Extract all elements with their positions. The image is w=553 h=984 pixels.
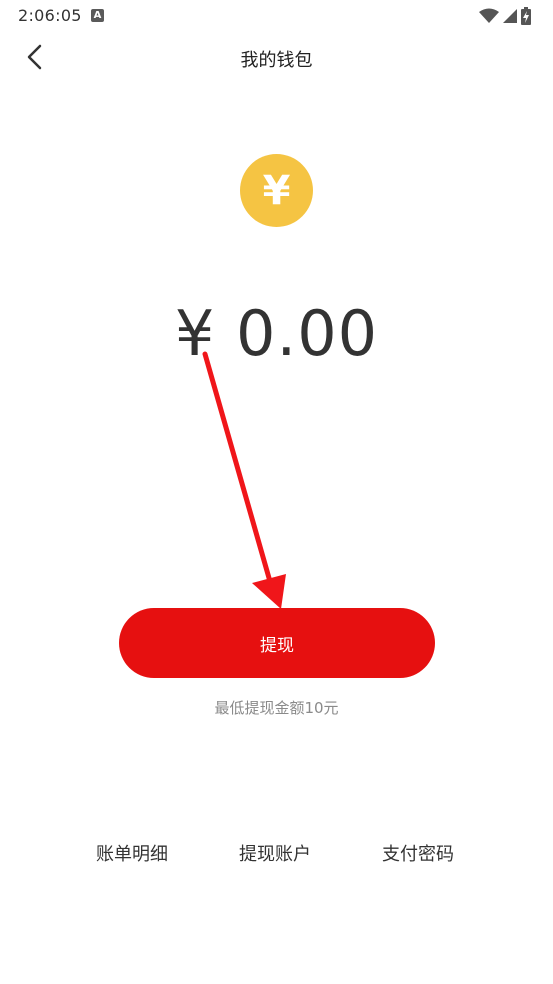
balance-amount: ¥ 0.00	[174, 297, 379, 370]
header: 我的钱包	[0, 32, 553, 84]
notification-a-icon: A	[91, 9, 104, 22]
minimum-withdraw-note: 最低提现金额10元	[214, 699, 339, 717]
withdraw-button[interactable]: 提现	[119, 608, 435, 678]
signal-icon	[503, 9, 517, 23]
battery-charging-icon	[521, 7, 531, 25]
yuan-coin-icon: ¥	[240, 154, 313, 227]
status-time: 2:06:05	[18, 6, 82, 25]
wifi-icon	[479, 8, 499, 23]
status-bar: 2:06:05 A	[0, 0, 553, 32]
bill-details-link[interactable]: 账单明细	[96, 840, 168, 866]
payment-password-link[interactable]: 支付密码	[382, 840, 454, 866]
wallet-screen: 2:06:05 A 我的钱包 ¥ ¥ 0.00 提现 最低提现金额10元 账单明…	[0, 0, 553, 984]
page-title: 我的钱包	[240, 50, 313, 71]
bottom-links: 账单明细 提现账户 支付密码	[0, 840, 553, 870]
annotation-arrow-icon	[202, 351, 286, 609]
status-icons	[479, 7, 531, 25]
withdraw-account-link[interactable]: 提现账户	[239, 840, 311, 866]
